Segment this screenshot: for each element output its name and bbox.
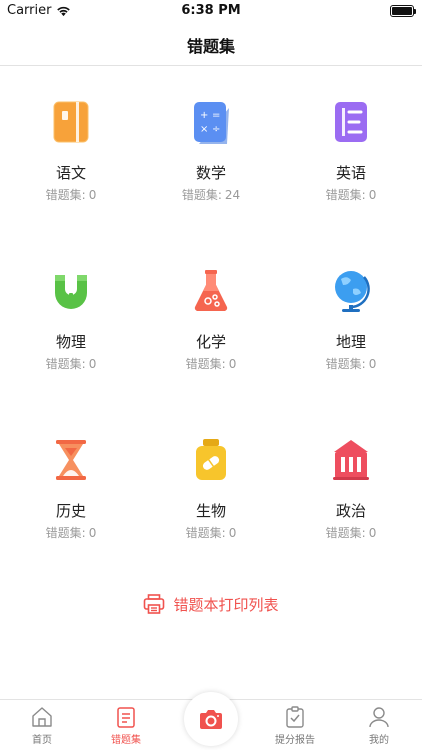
- subject-card-biology[interactable]: 生物 错题集: 0: [141, 404, 281, 554]
- subject-card-chemistry[interactable]: 化学 错题集: 0: [141, 235, 281, 385]
- battery-icon: [390, 5, 416, 17]
- english-book-icon: [335, 102, 367, 142]
- subject-name: 数学: [195, 164, 226, 182]
- tab-home[interactable]: 首页: [0, 706, 84, 750]
- subject-name: 语文: [55, 164, 86, 182]
- subject-count: 错题集: 0: [325, 188, 377, 202]
- subject-card-english[interactable]: 英语 错题集: 0: [281, 66, 421, 216]
- subject-count: 错题集: 24: [181, 188, 241, 202]
- subject-name: 政治: [335, 502, 366, 520]
- subject-name: 历史: [55, 502, 86, 520]
- geography-globe-icon: [335, 271, 370, 312]
- subject-card-geography[interactable]: 地理 错题集: 0: [281, 235, 421, 385]
- report-icon: [286, 706, 304, 728]
- camera-icon: [200, 710, 222, 729]
- tab-report[interactable]: 提分报告: [253, 706, 337, 750]
- page-title: 错题集: [186, 37, 235, 56]
- svg-text:×: ×: [200, 124, 208, 135]
- subject-card-chinese[interactable]: 语文 错题集: 0: [1, 66, 141, 216]
- subject-card-math[interactable]: + = × ÷ 数学 错题集: 24: [141, 66, 281, 216]
- subject-count: 错题集: 0: [325, 357, 377, 371]
- subject-count: 错题集: 0: [325, 526, 377, 540]
- subject-grid: 语文 错题集: 0 + = × ÷ 数学 错题集: 24 英语 错题集: 0 物…: [0, 66, 422, 578]
- subject-name: 化学: [195, 333, 226, 351]
- tab-home-label: 首页: [32, 735, 52, 746]
- status-time: 6:38 PM: [181, 3, 241, 18]
- print-list-label: 错题本打印列表: [173, 595, 279, 614]
- subject-count: 错题集: 0: [185, 357, 237, 371]
- svg-text:÷: ÷: [212, 124, 220, 135]
- subject-card-history[interactable]: 历史 错题集: 0: [1, 404, 141, 554]
- svg-text:+: +: [200, 110, 208, 121]
- politics-building-icon: [333, 440, 369, 480]
- subject-name: 生物: [195, 502, 226, 520]
- subject-count: 错题集: 0: [45, 526, 97, 540]
- subject-name: 物理: [55, 333, 86, 351]
- subject-card-politics[interactable]: 政治 错题集: 0: [281, 404, 421, 554]
- chemistry-flask-icon: [194, 270, 228, 312]
- history-hourglass-icon: [56, 440, 86, 480]
- subject-count: 错题集: 0: [45, 357, 97, 371]
- physics-magnet-icon: [55, 275, 87, 309]
- subject-card-physics[interactable]: 物理 错题集: 0: [1, 235, 141, 385]
- tab-mistakes[interactable]: 错题集: [84, 706, 168, 750]
- chinese-book-icon: [53, 101, 89, 143]
- tab-profile-label: 我的: [369, 735, 389, 746]
- navigation-bar: 错题集: [0, 22, 422, 66]
- subject-count: 错题集: 0: [185, 526, 237, 540]
- biology-pill-bottle-icon: [196, 439, 226, 480]
- print-list-link[interactable]: 错题本打印列表: [0, 592, 422, 616]
- profile-icon: [369, 707, 389, 728]
- subject-name: 英语: [335, 164, 366, 182]
- camera-button[interactable]: [184, 692, 238, 746]
- status-bar: Carrier 6:38 PM: [0, 0, 422, 22]
- subject-count: 错题集: 0: [45, 188, 97, 202]
- subject-name: 地理: [335, 333, 366, 351]
- math-calculator-icon: + = × ÷: [194, 102, 229, 144]
- home-icon: [32, 707, 52, 727]
- printer-icon: [144, 594, 165, 614]
- tab-profile[interactable]: 我的: [337, 706, 421, 750]
- svg-text:=: =: [212, 110, 220, 121]
- notebook-icon: [117, 707, 135, 728]
- tab-report-label: 提分报告: [275, 735, 315, 746]
- tab-mistakes-label: 错题集: [111, 735, 141, 746]
